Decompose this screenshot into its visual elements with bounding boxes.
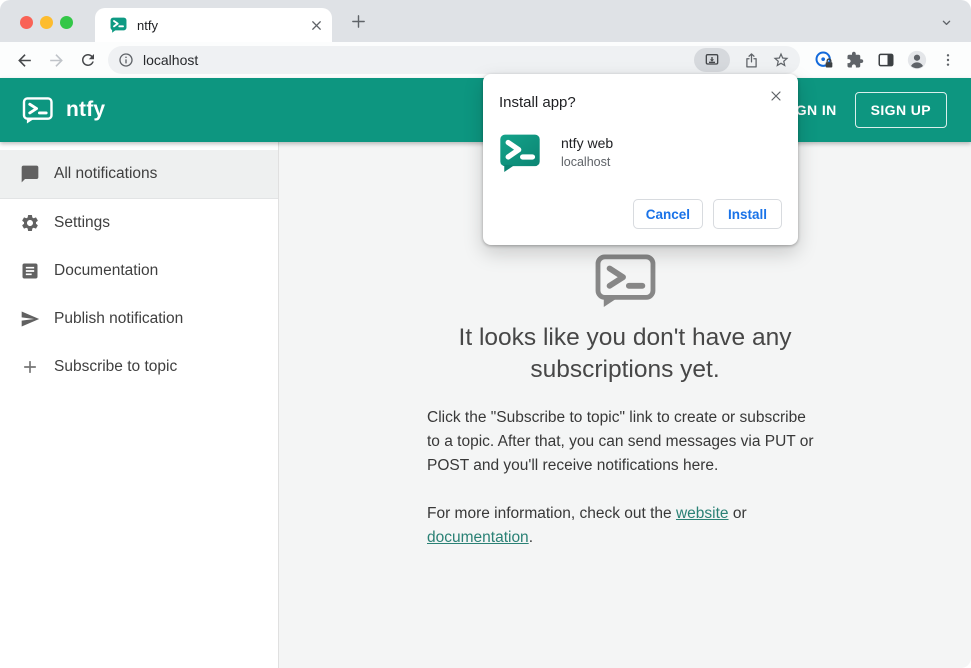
cancel-button[interactable]: Cancel [632, 199, 703, 229]
empty-state-paragraph-2: For more information, check out the webs… [427, 502, 823, 550]
minimize-window-button[interactable] [40, 16, 53, 29]
new-tab-icon[interactable] [346, 9, 370, 33]
tab-search-chevron-icon[interactable] [937, 13, 955, 31]
install-icon[interactable] [694, 48, 730, 72]
ntfy-logo-large-icon [594, 254, 656, 308]
dialog-actions: Cancel Install [499, 199, 782, 229]
sidebar-item-subscribe-to-topic[interactable]: Subscribe to topic [0, 343, 278, 391]
close-icon[interactable] [766, 86, 786, 106]
empty-state-headline: It looks like you don't have any subscri… [458, 324, 792, 383]
profile-icon[interactable] [901, 45, 932, 75]
tab-strip: ntfy [0, 0, 971, 42]
forward-icon[interactable] [40, 44, 72, 76]
ntfy-logo-icon [22, 96, 53, 124]
reload-icon[interactable] [72, 44, 104, 76]
install-app-dialog: Install app? ntfy web localhost Cancel I… [483, 74, 798, 245]
tab-title: ntfy [137, 17, 158, 33]
sidebar-item-label: Documentation [54, 262, 159, 279]
sidebar: All notifications Settings Documentation [0, 142, 279, 668]
sidebar-item-publish-notification[interactable]: Publish notification [0, 295, 278, 343]
empty-state-text: Click the "Subscribe to topic" link to c… [427, 406, 823, 574]
menu-dots-icon[interactable] [932, 45, 963, 75]
documentation-link[interactable]: documentation [427, 529, 529, 546]
sidebar-item-settings[interactable]: Settings [0, 199, 278, 247]
close-tab-icon[interactable] [309, 18, 324, 33]
website-link[interactable]: website [676, 505, 729, 522]
dialog-app-origin: localhost [561, 155, 611, 169]
sidebar-item-label: Subscribe to topic [54, 358, 178, 375]
paragraph2-prefix: For more information, check out the [427, 505, 676, 522]
empty-state-paragraph-1: Click the "Subscribe to topic" link to c… [427, 409, 814, 474]
sidebar-item-label: All notifications [54, 165, 158, 182]
extensions-cluster [808, 45, 963, 75]
back-icon[interactable] [8, 44, 40, 76]
window-controls [20, 16, 73, 29]
sidebar-item-label: Publish notification [54, 310, 184, 327]
close-window-button[interactable] [20, 16, 33, 29]
ntfy-favicon-icon [110, 17, 127, 33]
sidebar-item-label: Settings [54, 214, 111, 231]
plus-icon [20, 357, 40, 377]
star-icon[interactable] [766, 46, 796, 74]
url-text: localhost [143, 52, 199, 68]
paragraph2-suffix: . [528, 529, 533, 546]
dialog-app-name: ntfy web [561, 135, 614, 151]
side-panel-icon[interactable] [870, 45, 901, 75]
send-icon [20, 309, 40, 329]
dialog-app-texts: ntfy web localhost [561, 133, 613, 169]
gear-icon [20, 213, 40, 233]
dialog-title: Install app? [499, 94, 576, 111]
browser-toolbar: localhost [0, 42, 971, 78]
chat-icon [20, 164, 40, 184]
sidebar-item-all-notifications[interactable]: All notifications [0, 150, 278, 198]
dialog-app-row: ntfy web localhost [499, 133, 782, 173]
password-extension-icon[interactable] [808, 45, 839, 75]
share-icon[interactable] [736, 46, 766, 74]
ntfy-app-icon [499, 133, 541, 173]
article-icon [20, 261, 40, 281]
sign-up-button[interactable]: SIGN UP [854, 92, 947, 128]
sidebar-item-documentation[interactable]: Documentation [0, 247, 278, 295]
browser-window: ntfy localhost ntfy SIGN IN SIGN UP All … [0, 0, 971, 668]
install-button[interactable]: Install [713, 199, 782, 229]
browser-tab-ntfy[interactable]: ntfy [95, 8, 332, 42]
address-bar[interactable]: localhost [108, 46, 800, 74]
paragraph2-middle: or [728, 505, 747, 522]
maximize-window-button[interactable] [60, 16, 73, 29]
puzzle-icon[interactable] [839, 45, 870, 75]
app-title: ntfy [66, 98, 106, 121]
info-icon[interactable] [118, 52, 134, 68]
